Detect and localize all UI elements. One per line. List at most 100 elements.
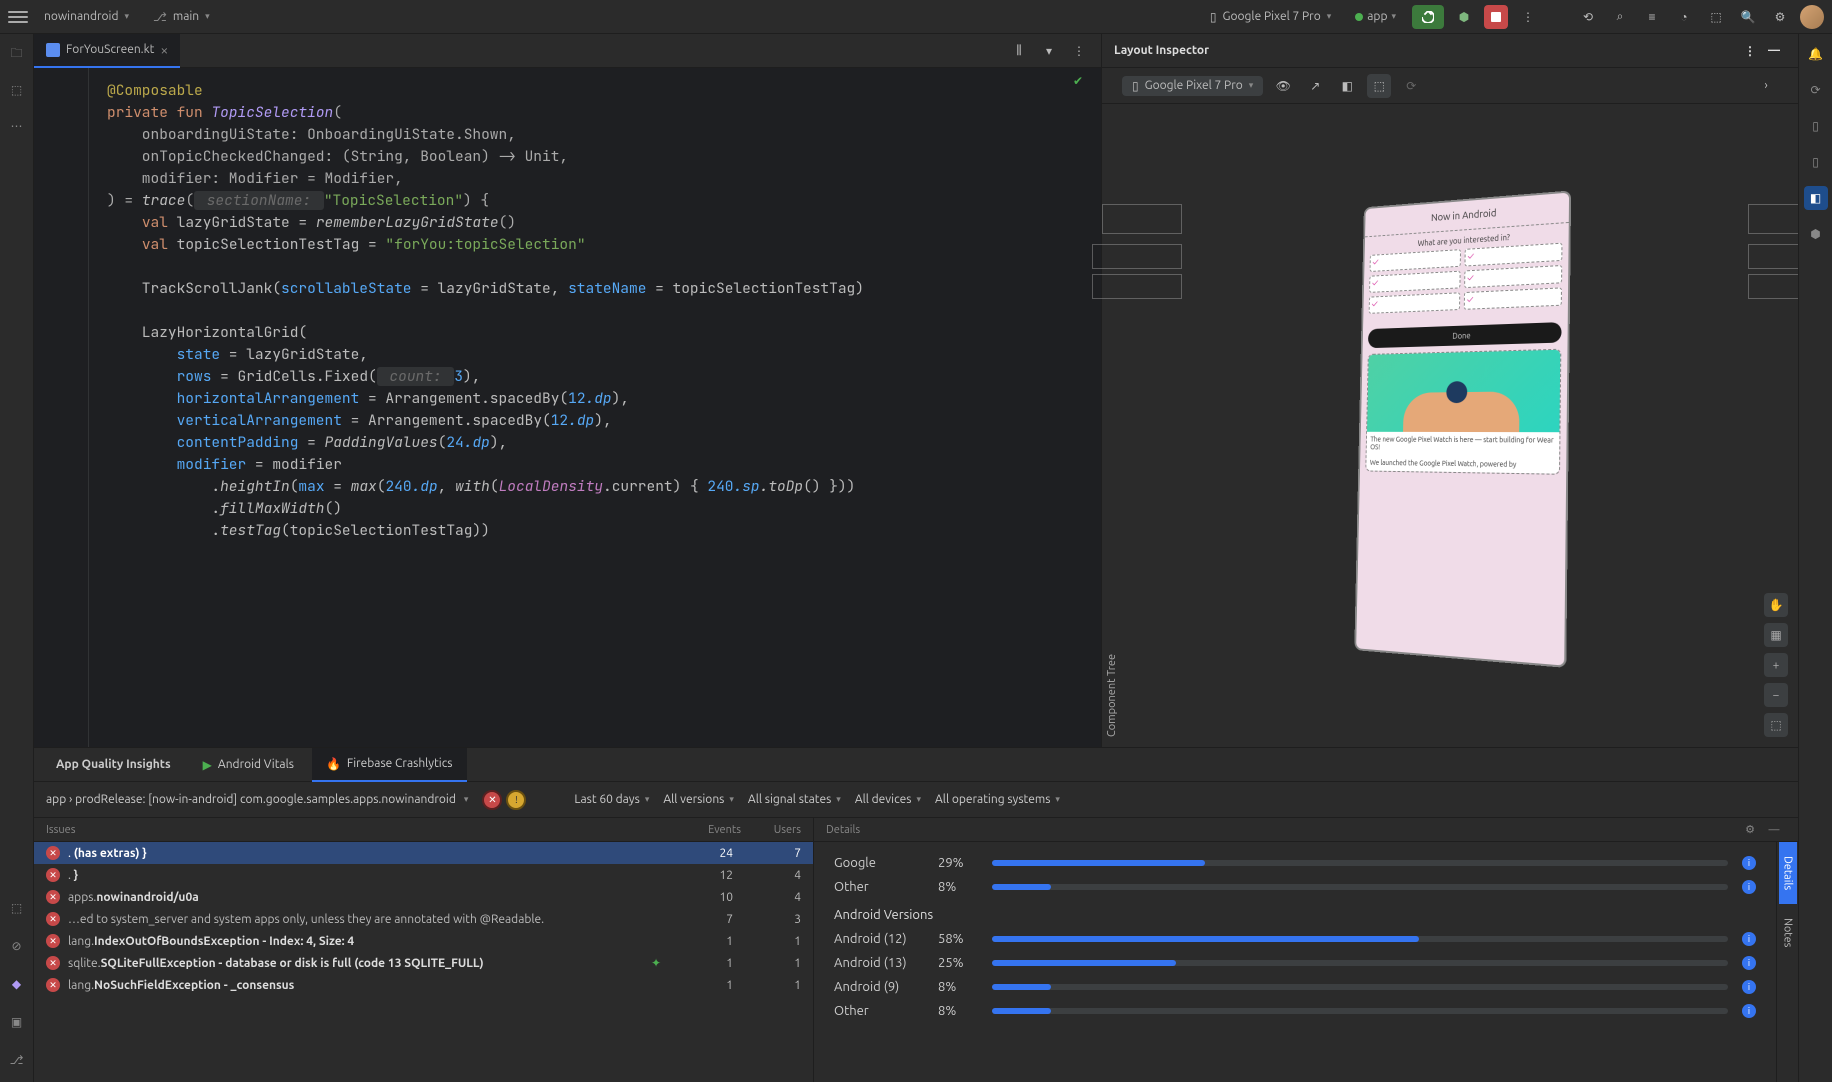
details-minimize-icon[interactable]: —: [1762, 818, 1786, 842]
run-config-selector[interactable]: app ▾: [1347, 6, 1404, 27]
running-devices-icon[interactable]: ▯: [1804, 150, 1828, 174]
branch-selector[interactable]: ⎇ main ▾: [145, 6, 218, 28]
stat-percent: 8%: [938, 980, 978, 994]
emulator-button[interactable]: ⬚: [1704, 5, 1728, 29]
component-tree-tab[interactable]: Component Tree: [1102, 104, 1122, 747]
app-quality-tool-icon[interactable]: ◆: [5, 972, 29, 996]
issue-row[interactable]: ✕lang.NoSuchFieldException - _consensus1…: [34, 974, 813, 996]
stop-button[interactable]: [1484, 5, 1508, 29]
debug-button[interactable]: ⬢: [1452, 5, 1476, 29]
fatal-filter-icon[interactable]: ✕: [482, 790, 502, 810]
expand-icon[interactable]: ›: [1754, 74, 1778, 98]
info-icon[interactable]: i: [1742, 932, 1756, 946]
pan-icon[interactable]: ✋: [1764, 593, 1788, 617]
issue-row[interactable]: ✕. (has extras) }247: [34, 842, 813, 864]
filter-os[interactable]: All operating systems▾: [935, 793, 1060, 806]
editor-tab[interactable]: ForYouScreen.kt ×: [34, 34, 180, 68]
editor-dropdown-icon[interactable]: ▾: [1037, 39, 1061, 63]
search-button[interactable]: 🔍: [1736, 5, 1760, 29]
project-selector[interactable]: nowinandroid ▾: [36, 6, 137, 27]
close-tab-icon[interactable]: ×: [160, 42, 168, 58]
editor-more-icon[interactable]: ⋮: [1067, 39, 1091, 63]
editor-gutter[interactable]: [34, 68, 89, 747]
structure-button[interactable]: ≡: [1640, 5, 1664, 29]
chevron-down-icon: ▾: [124, 11, 129, 22]
branch-icon: ⎇: [153, 10, 167, 24]
device-selector[interactable]: ▯ Google Pixel 7 Pro ▾: [1202, 6, 1339, 28]
device-manager-icon[interactable]: ▯: [1804, 114, 1828, 138]
device-render-area[interactable]: Now in Android What are you interested i…: [1122, 104, 1798, 747]
more-tools-icon[interactable]: ⋯: [5, 114, 29, 138]
issue-row[interactable]: ✕apps.nowinandroid/u0a104: [34, 886, 813, 908]
issue-users: 1: [741, 979, 801, 992]
details-tab[interactable]: Details: [1779, 842, 1797, 904]
user-avatar[interactable]: [1800, 5, 1824, 29]
filter-signal-states[interactable]: All signal states▾: [748, 793, 841, 806]
more-actions-button[interactable]: ⋮: [1516, 5, 1540, 29]
gradle-icon[interactable]: ⟳: [1804, 78, 1828, 102]
code-content[interactable]: @Composable private fun TopicSelection( …: [89, 68, 1101, 747]
problems-tool-icon[interactable]: ⊘: [5, 934, 29, 958]
details-settings-icon[interactable]: ⚙: [1738, 818, 1762, 842]
issue-row[interactable]: ✕lang.IndexOutOfBoundsException - Index:…: [34, 930, 813, 952]
git-tool-icon[interactable]: ⎇: [5, 1048, 29, 1072]
export-icon[interactable]: ↗: [1303, 74, 1327, 98]
error-icon: ✕: [46, 912, 60, 926]
nonfatal-filter-icon[interactable]: !: [506, 790, 526, 810]
info-icon[interactable]: i: [1742, 1004, 1756, 1018]
details-column-label: Details: [826, 824, 860, 836]
app-variant-selector[interactable]: app › prodRelease: [now-in-android] com.…: [46, 793, 468, 806]
issue-row[interactable]: ✕…ed to system_server and system apps on…: [34, 908, 813, 930]
settings-button[interactable]: ⚙: [1768, 5, 1792, 29]
filter-devices[interactable]: All devices▾: [855, 793, 921, 806]
info-icon[interactable]: i: [1742, 956, 1756, 970]
build-tool-icon[interactable]: ⬚: [5, 896, 29, 920]
tab-firebase-crashlytics[interactable]: 🔥Firebase Crashlytics: [312, 748, 467, 782]
layout-inspector-icon[interactable]: ◧: [1804, 186, 1828, 210]
terminal-tool-icon[interactable]: ▣: [5, 1010, 29, 1034]
inspector-device-selector[interactable]: ▯ Google Pixel 7 Pro ▾: [1122, 76, 1263, 96]
issue-users: 1: [741, 935, 801, 948]
project-tool-icon[interactable]: 🗀: [5, 42, 29, 66]
error-icon: ✕: [46, 868, 60, 882]
3d-mode-icon[interactable]: ⬚: [1367, 74, 1391, 98]
layers-icon[interactable]: ▦: [1764, 623, 1788, 647]
zoom-in-icon[interactable]: +: [1764, 653, 1788, 677]
sync-gradle-button[interactable]: ⟲: [1576, 5, 1600, 29]
notifications-icon[interactable]: 🔔: [1804, 42, 1828, 66]
info-icon[interactable]: i: [1742, 980, 1756, 994]
refresh-icon[interactable]: ⟳: [1399, 74, 1423, 98]
zoom-fit-icon[interactable]: ⬚: [1764, 713, 1788, 737]
info-icon[interactable]: i: [1742, 880, 1756, 894]
issue-users: 4: [741, 869, 801, 882]
app-inspection-icon[interactable]: ⬢: [1804, 222, 1828, 246]
inspector-zoom-controls: ✋ ▦ + − ⬚: [1764, 593, 1788, 737]
inspector-more-icon[interactable]: ⋮: [1738, 39, 1762, 63]
live-updates-icon[interactable]: 👁: [1271, 74, 1295, 98]
stat-bar: [992, 1008, 1728, 1014]
resource-manager-icon[interactable]: ⬚: [5, 78, 29, 102]
filter-time-range[interactable]: Last 60 days▾: [574, 793, 649, 806]
error-icon: ✕: [46, 890, 60, 904]
run-button[interactable]: [1412, 5, 1444, 29]
phone-mock: Now in Android What are you interested i…: [1354, 190, 1571, 667]
issues-list-pane: Issues Events Users ✕. (has extras) }247…: [34, 818, 814, 1082]
zoom-out-icon[interactable]: −: [1764, 683, 1788, 707]
overlay-icon[interactable]: ◧: [1335, 74, 1359, 98]
branch-name: main: [173, 10, 199, 23]
info-icon[interactable]: i: [1742, 856, 1756, 870]
code-assist-button[interactable]: ⌕: [1608, 5, 1632, 29]
tab-android-vitals[interactable]: ▶Android Vitals: [189, 748, 308, 782]
hamburger-icon[interactable]: [8, 7, 28, 27]
filter-versions[interactable]: All versions▾: [663, 793, 734, 806]
issue-events: 10: [673, 891, 733, 904]
issue-row[interactable]: ✕. }124: [34, 864, 813, 886]
issue-text: sqlite.SQLiteFullException - database or…: [68, 957, 643, 970]
inspector-minimize-icon[interactable]: —: [1762, 39, 1786, 63]
issue-row[interactable]: ✕sqlite.SQLiteFullException - database o…: [34, 952, 813, 974]
notes-tab[interactable]: Notes: [1779, 904, 1797, 961]
profiler-button[interactable]: ◔: [1672, 5, 1696, 29]
editor-view-mode-icon[interactable]: ⫼: [1007, 39, 1031, 63]
inspection-ok-icon[interactable]: ✔: [1073, 74, 1083, 88]
tab-app-quality[interactable]: App Quality Insights: [42, 748, 185, 782]
